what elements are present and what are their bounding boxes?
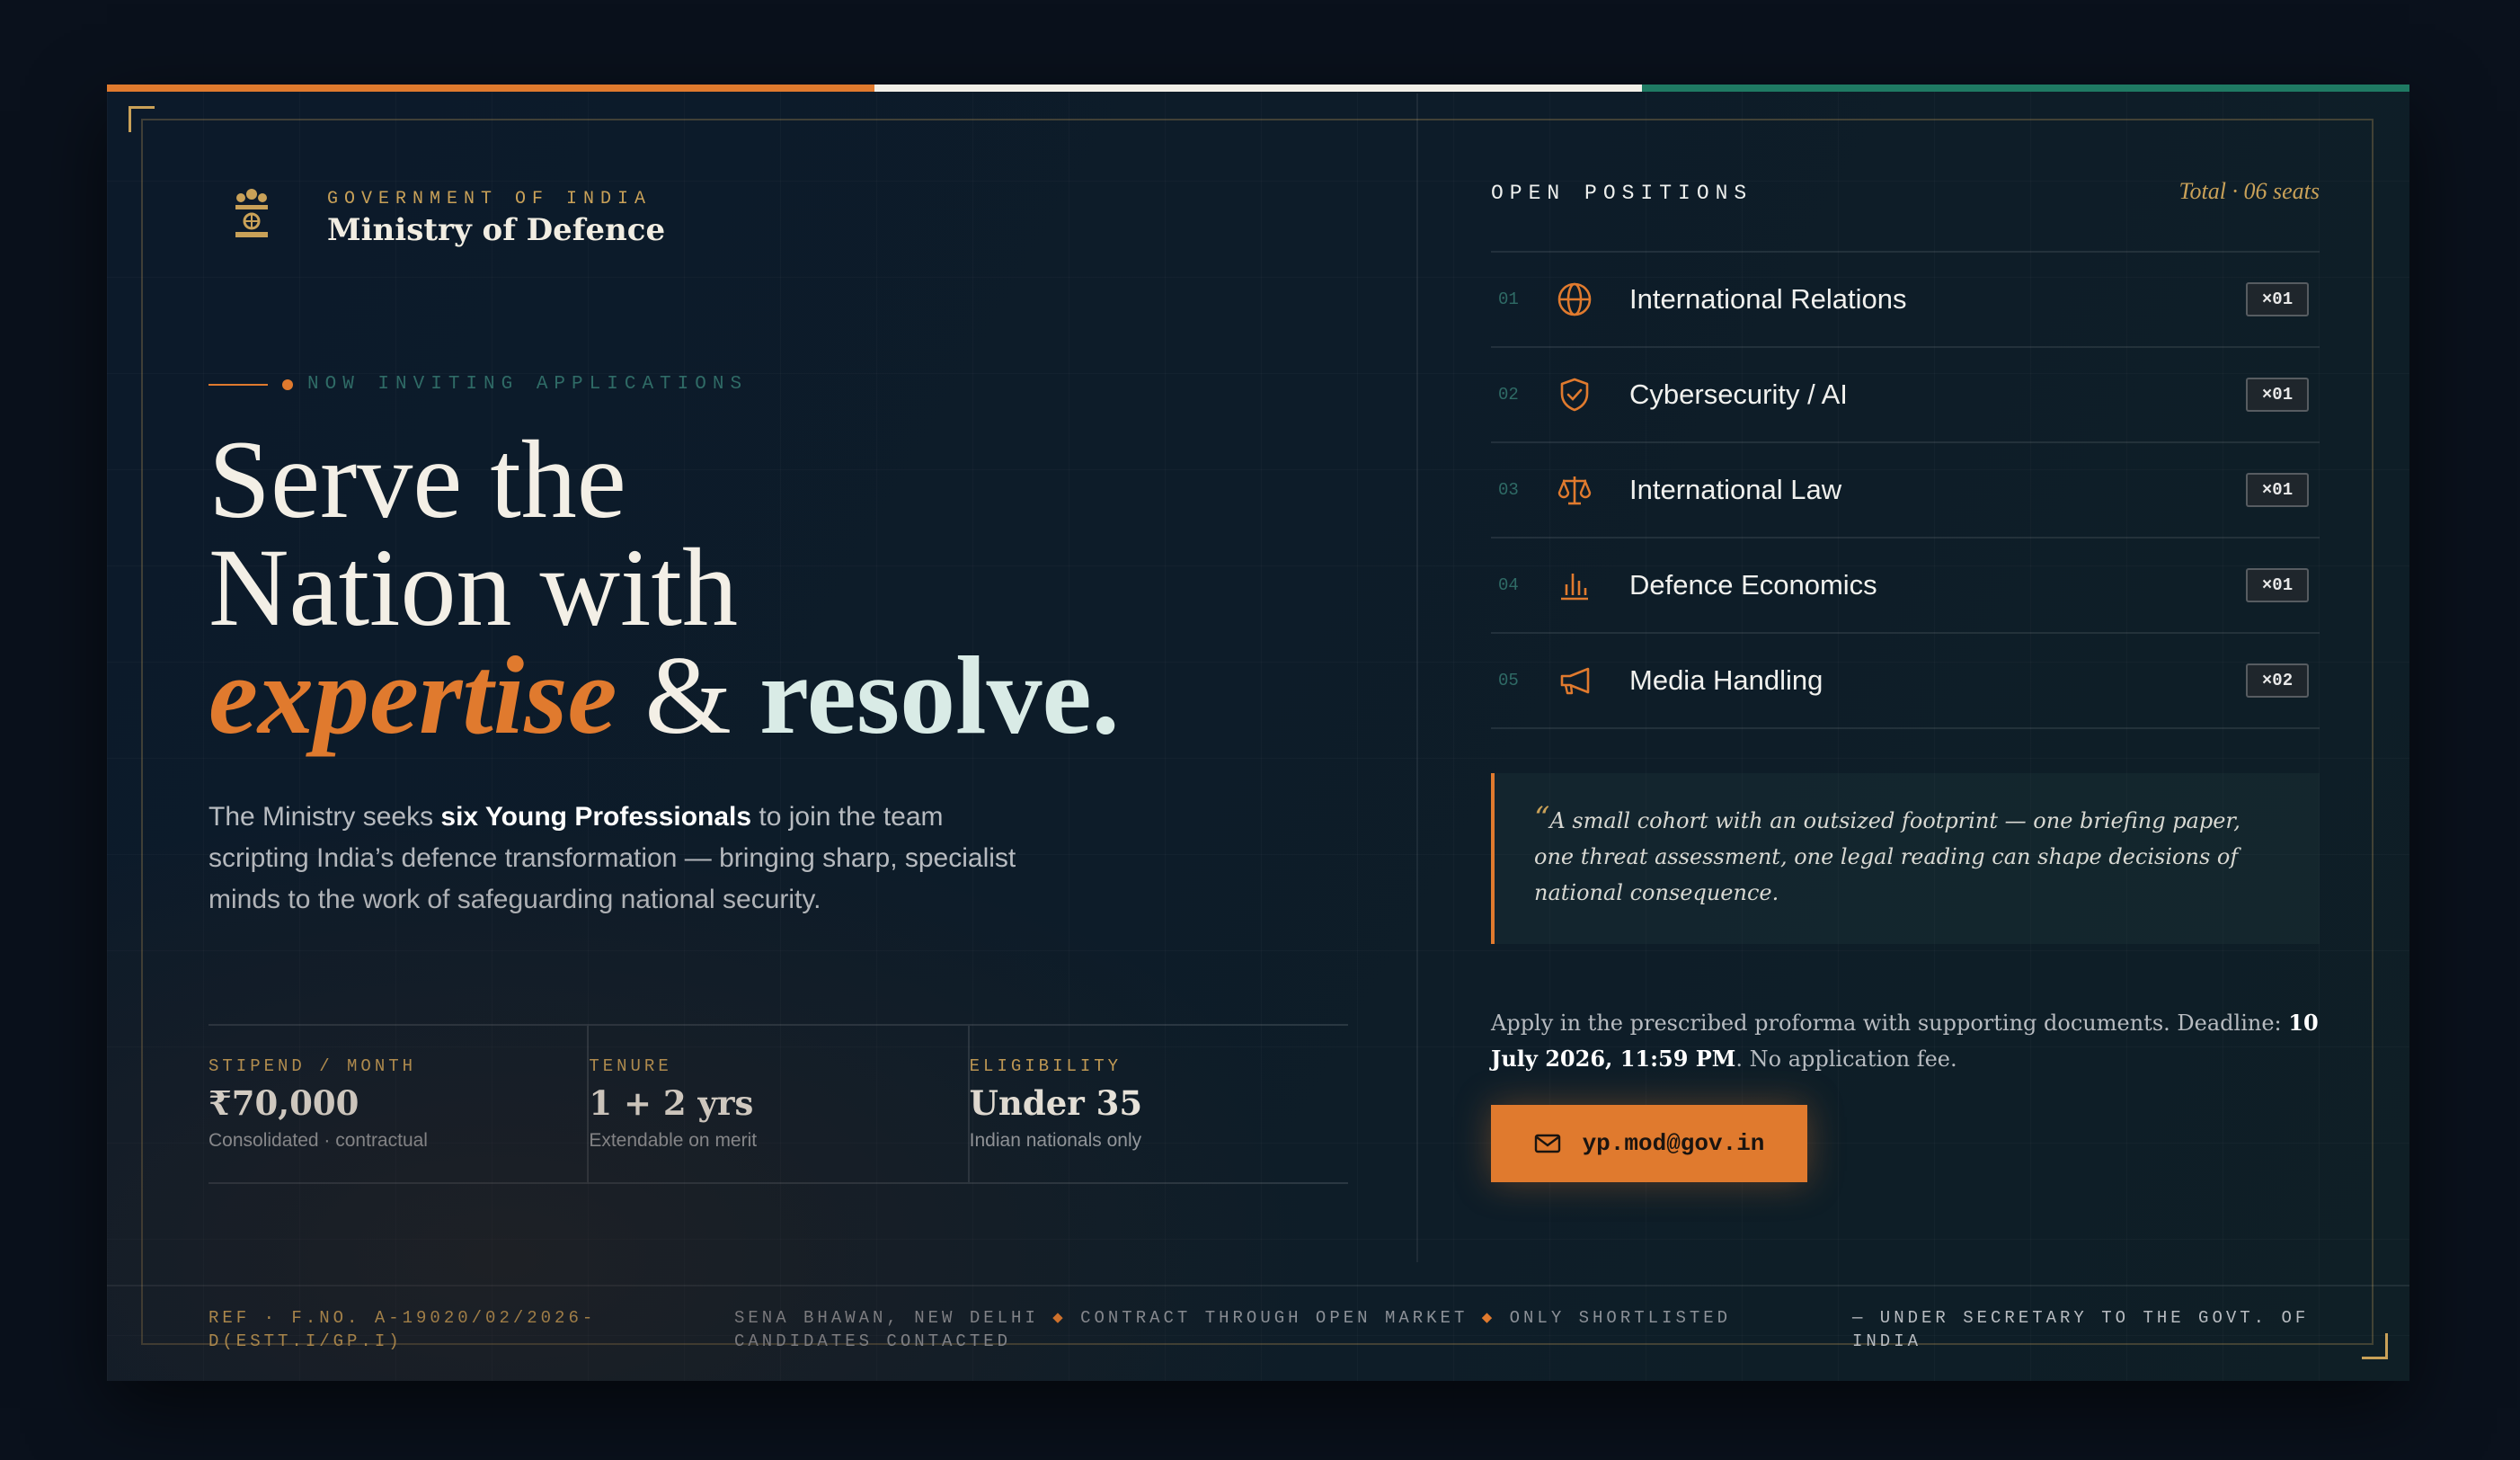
position-label: Media Handling (1629, 664, 1823, 696)
stat-label: STIPEND / MONTH (209, 1056, 417, 1076)
eyebrow-line (209, 383, 268, 386)
stat-note: Extendable on merit (589, 1130, 758, 1151)
diamond-separator-icon: ◆ (1481, 1308, 1496, 1328)
scales-icon (1557, 476, 1592, 505)
stat-value: 1 + 2 yrs (589, 1083, 754, 1123)
seat-count-badge: ×01 (2246, 473, 2309, 507)
positions-title: OPEN POSITIONS (1491, 182, 1753, 205)
intro-highlight: six Young Professionals (440, 802, 752, 832)
position-row[interactable]: 04 Defence Economics ×01 (1491, 539, 2320, 634)
apply-text-after: . No application fee. (1735, 1046, 1957, 1072)
quote-mark-icon: “ (1534, 800, 1550, 836)
stat-value: Under 35 (969, 1083, 1143, 1123)
headline-line-2: Nation with (209, 526, 738, 649)
tricolor-bar (107, 85, 2409, 92)
footer: REF · F.NO. A-19020/02/2026-D(ESTT.I/GP.… (107, 1285, 2409, 1381)
position-row[interactable]: 02 Cybersecurity / AI ×01 (1491, 348, 2320, 443)
megaphone-icon (1560, 667, 1590, 695)
position-number: 05 (1498, 671, 1519, 690)
headline-amp: & (617, 634, 759, 757)
email-address: yp.mod@gov.in (1582, 1130, 1765, 1157)
reference-number: REF · F.NO. A-19020/02/2026-D(ESTT.I/GP.… (209, 1308, 597, 1351)
eyebrow-dot (282, 378, 293, 390)
stat-tenure: TENURE 1 + 2 yrs Extendable on merit (587, 1026, 967, 1182)
national-emblem-icon (235, 189, 268, 237)
position-row[interactable]: 01 International Relations ×01 (1491, 253, 2320, 348)
bar-chart-icon (1561, 574, 1588, 601)
headline-emphasis: expertise (209, 634, 617, 757)
quote-text: A small cohort with an outsized footprin… (1534, 808, 2240, 905)
position-label: International Law (1629, 474, 1842, 505)
signatory: — UNDER SECRETARY TO THE GOVT. OF INDIA (1852, 1308, 2310, 1351)
tricolor-white (874, 85, 1642, 92)
corner-mark-top-left (129, 106, 155, 132)
intro-text-before: The Ministry seeks (209, 802, 441, 832)
positions-total: Total · 06 seats (2178, 178, 2320, 204)
stat-note: Consolidated · contractual (209, 1130, 428, 1151)
apply-instructions: Apply in the prescribed proforma with su… (1491, 1005, 2327, 1077)
position-number: 01 (1498, 289, 1519, 309)
footer-notes: SENA BHAWAN, NEW DELHI ◆ CONTRACT THROUG… (734, 1306, 1759, 1353)
position-number: 03 (1498, 480, 1519, 500)
headline-resolve: resolve. (759, 634, 1120, 757)
government-label: GOVERNMENT OF INDIA (327, 189, 652, 209)
ministry-name: Ministry of Defence (327, 212, 666, 248)
footer-contract: CONTRACT THROUGH OPEN MARKET (1066, 1308, 1482, 1328)
stat-eligibility: ELIGIBILITY Under 35 Indian nationals on… (967, 1026, 1348, 1182)
pull-quote: “A small cohort with an outsized footpri… (1491, 773, 2320, 944)
diamond-separator-icon: ◆ (1052, 1308, 1067, 1328)
email-apply-button[interactable]: yp.mod@gov.in (1491, 1105, 1807, 1182)
positions-list: 01 International Relations ×01 02 Cybers… (1491, 251, 2320, 729)
stat-label: ELIGIBILITY (969, 1056, 1122, 1076)
mail-icon (1534, 1134, 1560, 1153)
headline-line-3: expertise & resolve. (209, 640, 1120, 752)
stats-strip: STIPEND / MONTH ₹70,000 Consolidated · c… (209, 1024, 1348, 1184)
seat-count-badge: ×02 (2246, 663, 2309, 698)
footer-location: SENA BHAWAN, NEW DELHI (734, 1308, 1053, 1328)
apply-text: Apply in the prescribed proforma with su… (1491, 1010, 2289, 1036)
stat-note: Indian nationals only (969, 1130, 1142, 1151)
invite-eyebrow: NOW INVITING APPLICATIONS (209, 374, 748, 395)
tricolor-green (1642, 85, 2409, 92)
shield-check-icon (1560, 378, 1589, 412)
stat-label: TENURE (589, 1056, 672, 1076)
seat-count-badge: ×01 (2246, 282, 2309, 316)
seat-count-badge: ×01 (2246, 568, 2309, 602)
hero-headline: Serve the Nation with expertise & resolv… (209, 418, 1120, 752)
tricolor-saffron (107, 85, 874, 92)
globe-icon (1557, 282, 1592, 316)
position-number: 04 (1498, 575, 1519, 595)
intro-paragraph: The Ministry seeks six Young Professiona… (209, 797, 1044, 921)
stat-stipend: STIPEND / MONTH ₹70,000 Consolidated · c… (209, 1026, 587, 1182)
position-label: International Relations (1629, 283, 1907, 315)
position-label: Cybersecurity / AI (1629, 378, 1848, 410)
position-row[interactable]: 05 Media Handling ×02 (1491, 634, 2320, 729)
recruitment-card: GOVERNMENT OF INDIA Ministry of Defence … (107, 85, 2409, 1381)
seat-count-badge: ×01 (2246, 378, 2309, 412)
position-row[interactable]: 03 International Law ×01 (1491, 443, 2320, 539)
position-label: Defence Economics (1629, 569, 1877, 601)
headline-line-1: Serve the (209, 418, 626, 541)
position-number: 02 (1498, 385, 1519, 405)
stat-value: ₹70,000 (209, 1083, 359, 1123)
invite-text: NOW INVITING APPLICATIONS (307, 374, 749, 395)
column-divider (1416, 93, 1418, 1262)
